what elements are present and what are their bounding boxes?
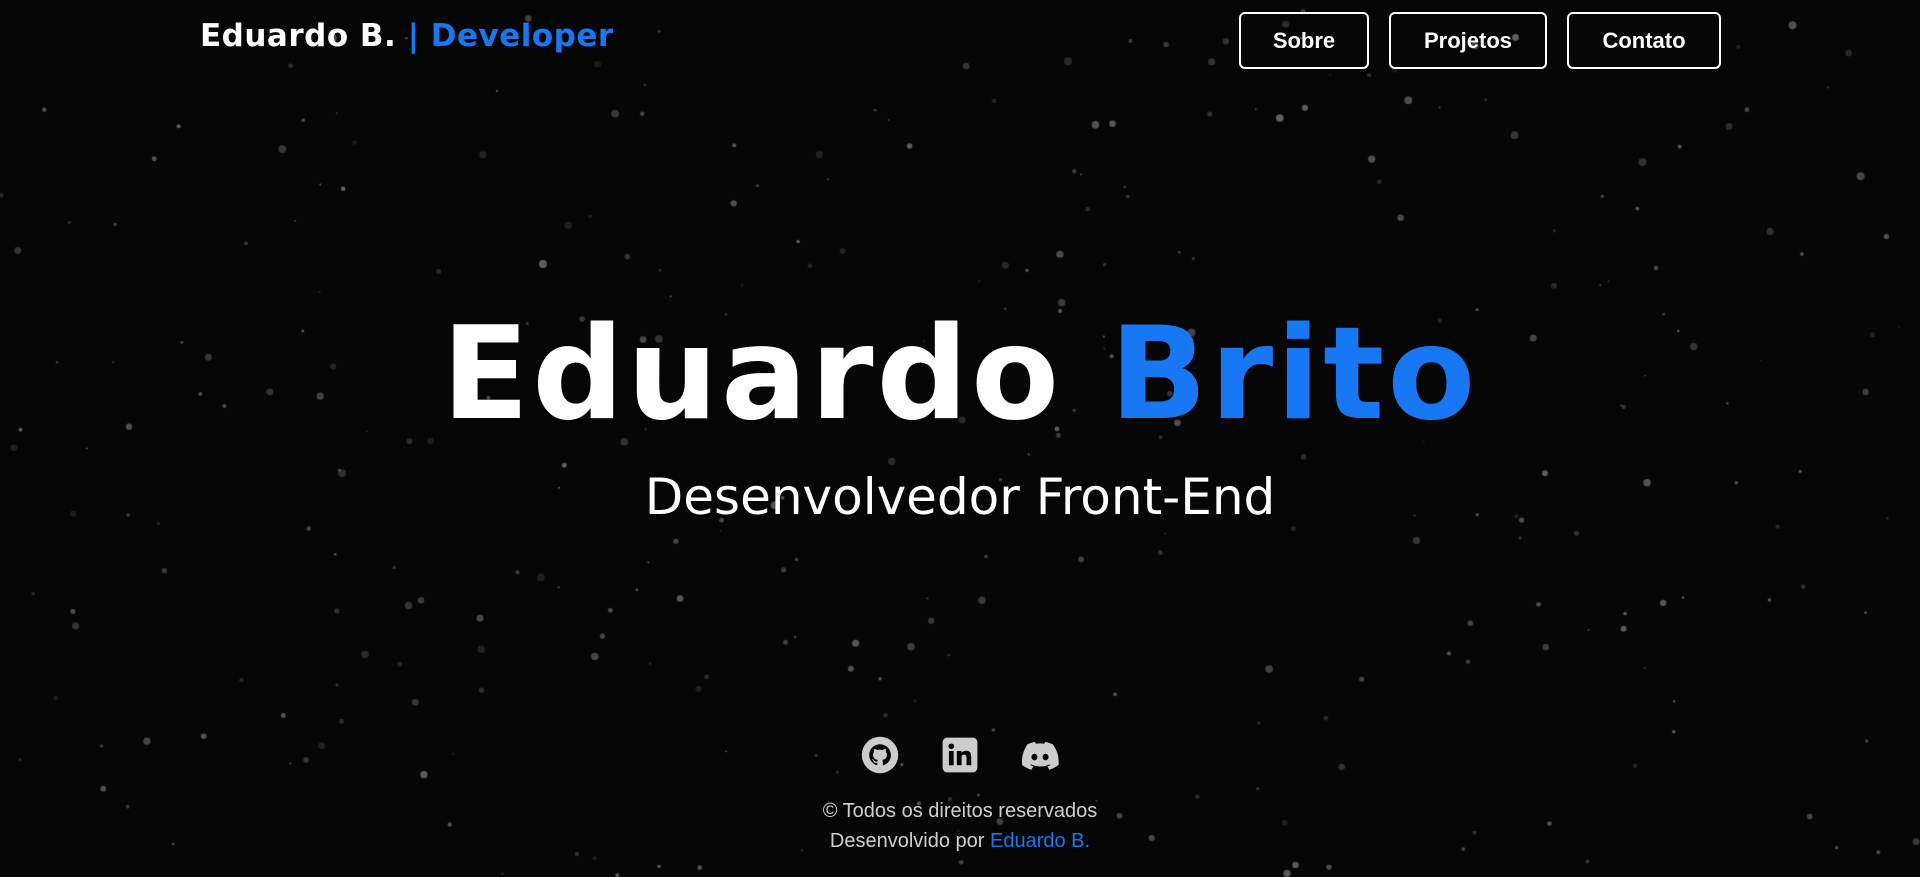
brand-role: | Developer bbox=[407, 18, 614, 54]
linkedin-icon bbox=[942, 737, 978, 773]
hero-last-name: Brito bbox=[1109, 300, 1479, 449]
footer-developed-by-label: Desenvolvido por bbox=[829, 830, 985, 852]
hero-title: Eduardo Brito bbox=[0, 300, 1920, 450]
linkedin-link[interactable] bbox=[940, 735, 980, 775]
footer-copyright: © Todos os direitos reservados bbox=[822, 800, 1098, 822]
hero-first-name: Eduardo bbox=[441, 300, 1062, 449]
brand-name: Eduardo B. bbox=[200, 18, 397, 54]
github-link[interactable] bbox=[860, 735, 900, 775]
page: Eduardo B. | Developer Sobre Projetos Co… bbox=[0, 0, 1920, 877]
footer-developed-by: Desenvolvido por Eduardo B. bbox=[0, 830, 1920, 853]
discord-icon bbox=[1021, 741, 1059, 770]
discord-link[interactable] bbox=[1020, 735, 1060, 775]
nav-projetos-button[interactable]: Projetos bbox=[1389, 12, 1547, 69]
brand-logo[interactable]: Eduardo B. | Developer bbox=[200, 18, 614, 54]
hero-subtitle: Desenvolvedor Front-End bbox=[644, 468, 1276, 526]
nav-sobre-button[interactable]: Sobre bbox=[1239, 12, 1369, 69]
nav-contato-button[interactable]: Contato bbox=[1567, 12, 1721, 69]
github-icon bbox=[861, 736, 899, 774]
main-nav: Sobre Projetos Contato bbox=[1239, 12, 1721, 69]
footer-author-link[interactable]: Eduardo B. bbox=[990, 830, 1090, 852]
social-links bbox=[860, 735, 1060, 775]
header: Eduardo B. | Developer Sobre Projetos Co… bbox=[0, 0, 1920, 80]
